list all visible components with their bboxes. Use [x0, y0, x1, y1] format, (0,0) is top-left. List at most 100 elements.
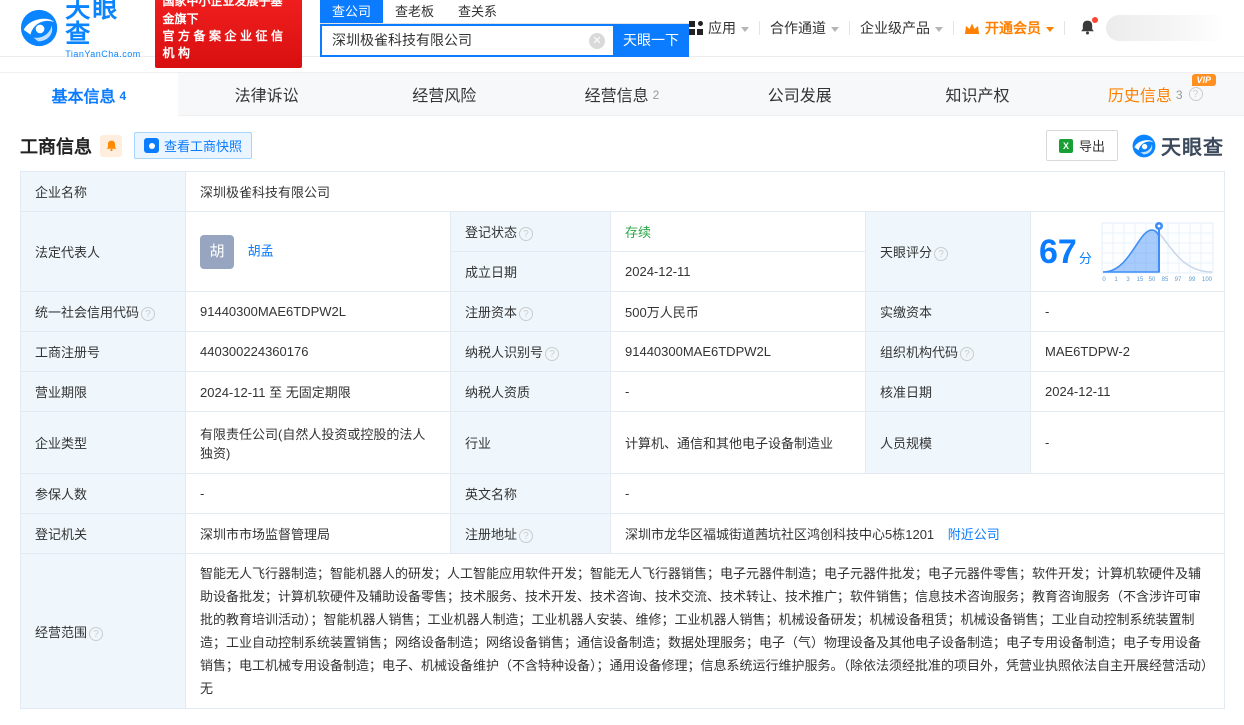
nav-apps-label: 应用: [708, 20, 736, 36]
tab-intellectual-property[interactable]: 知识产权: [888, 73, 1067, 116]
help-icon[interactable]: ?: [89, 626, 104, 641]
field-label-legal-rep: 法定代表人: [20, 211, 186, 292]
chart-x-axis-labels: 0 1 3 15 50 85 97 99 100: [1102, 277, 1212, 283]
clear-search-icon[interactable]: ✕: [589, 32, 605, 49]
svg-text:50: 50: [1149, 277, 1156, 283]
field-label-reg-status: 登记状态?: [450, 211, 611, 252]
field-label-company-name: 企业名称: [20, 171, 186, 212]
tab-basic-info[interactable]: 基本信息 4: [0, 73, 178, 116]
field-value-establish-date: 2024-12-11: [610, 251, 866, 292]
field-label-establish-date: 成立日期: [450, 251, 611, 292]
top-navigation: 应用 合作通道 企业级产品 开通会员: [689, 15, 1226, 41]
tab-business-info[interactable]: 经营信息 2: [533, 73, 711, 116]
tab-operation-risk[interactable]: 经营风险: [355, 73, 534, 116]
table-row: 统一社会信用代码? 91440300MAE6TDPW2L 注册资本? 500万人…: [20, 291, 1226, 332]
table-row: 法定代表人 胡 胡孟 登记状态? 存续 天眼评分? 67 分 0 1 3 15 …: [20, 211, 1226, 292]
help-icon[interactable]: ?: [545, 347, 560, 361]
score-distribution-chart: 0 1 3 15 50 85 97 99 100: [1101, 221, 1214, 283]
help-icon[interactable]: ?: [141, 307, 156, 321]
tab-legal-litigation[interactable]: 法律诉讼: [177, 73, 356, 116]
help-icon[interactable]: ?: [960, 347, 975, 361]
field-label-english-name: 英文名称: [450, 473, 611, 514]
apps-grid-icon: [689, 21, 703, 35]
nearby-companies-link[interactable]: 附近公司: [948, 527, 1000, 542]
nav-apps[interactable]: 应用: [689, 18, 749, 38]
tab-label: 知识产权: [945, 88, 1010, 105]
tab-count: 4: [119, 88, 127, 103]
field-value-org-code: MAE6TDPW-2: [1029, 331, 1226, 372]
field-value-taxpayer-quality: -: [610, 371, 866, 412]
search-tab-relation[interactable]: 查关系: [446, 0, 509, 23]
field-label-score: 天眼评分?: [865, 211, 1031, 292]
field-value-score: 67 分 0 1 3 15 50 85 97 99 100: [1029, 211, 1226, 292]
business-info-table-wrap: 企业名称 深圳极雀科技有限公司 法定代表人 胡 胡孟 登记状态? 存续 天眼评分…: [0, 171, 1244, 725]
section-title: 工商信息: [20, 136, 92, 157]
tab-company-development[interactable]: 公司发展: [710, 73, 889, 116]
help-icon[interactable]: ?: [934, 247, 949, 261]
field-value-business-scope: 智能无人飞行器制造；智能机器人的研发；人工智能应用软件开发；智能无人飞行器销售；…: [184, 553, 1226, 709]
table-row: 登记机关 深圳市市场监督管理局 注册地址? 深圳市龙华区福城街道茜坑社区鸿创科技…: [20, 513, 1226, 554]
tab-label: 公司发展: [767, 88, 832, 105]
svg-text:100: 100: [1202, 277, 1213, 283]
divider: [1064, 21, 1065, 35]
logo-subtext: TianYanCha.com: [65, 49, 141, 59]
notification-dot: [1092, 16, 1098, 23]
field-label-business-scope: 经营范围?: [20, 553, 186, 709]
field-label-taxpayer-quality: 纳税人资质: [450, 371, 611, 412]
status-badge: 存续: [625, 225, 652, 240]
help-icon[interactable]: ?: [1188, 87, 1203, 101]
monitor-bell-icon[interactable]: [100, 134, 122, 157]
business-info-table: 企业名称 深圳极雀科技有限公司 法定代表人 胡 胡孟 登记状态? 存续 天眼评分…: [20, 171, 1226, 709]
view-snapshot-button[interactable]: 查看工商快照: [134, 132, 253, 159]
export-button-label: 导出: [1078, 139, 1105, 154]
crown-icon: [965, 23, 979, 34]
field-value-company-name: 深圳极雀科技有限公司: [184, 171, 1226, 212]
nav-open-vip[interactable]: 开通会员: [964, 18, 1054, 38]
export-button[interactable]: X 导出: [1045, 130, 1118, 161]
field-label-business-term: 营业期限: [20, 371, 186, 412]
tianyancha-logo[interactable]: 天眼查 TianYanCha.com: [20, 0, 143, 59]
nav-cooperation[interactable]: 合作通道: [770, 18, 839, 38]
divider: [953, 21, 954, 35]
legal-rep-avatar[interactable]: 胡: [200, 234, 234, 269]
tab-count: 2: [652, 88, 660, 102]
field-value-reg-address: 深圳市龙华区福城街道茜坑社区鸿创科技中心5栋1201 附近公司: [609, 513, 1226, 554]
watermark-logo: 天眼查: [1132, 131, 1224, 160]
help-icon[interactable]: ?: [519, 227, 534, 241]
user-account-blurred[interactable]: [1106, 15, 1226, 41]
search-tab-company[interactable]: 查公司: [319, 0, 383, 23]
field-value-reg-status: 存续: [610, 211, 866, 252]
nav-cooperation-label: 合作通道: [770, 20, 826, 36]
tab-label: 法律诉讼: [234, 88, 299, 105]
field-value-credit-code: 91440300MAE6TDPW2L: [185, 291, 451, 332]
notification-bell-icon[interactable]: [1079, 16, 1098, 38]
field-label-reg-authority: 登记机关: [20, 513, 186, 554]
help-icon[interactable]: ?: [519, 307, 534, 321]
top-header: 天眼查 TianYanCha.com 国家中小企业发展子基金旗下 官方备案企业征…: [0, 0, 1244, 68]
field-label-reg-number: 工商注册号: [20, 331, 186, 372]
search-button[interactable]: 天眼一下: [613, 23, 689, 57]
table-row: 营业期限 2024-12-11 至 无固定期限 纳税人资质 - 核准日期 202…: [20, 371, 1226, 412]
field-label-reg-address: 注册地址?: [450, 513, 611, 554]
field-label-org-code: 组织机构代码?: [865, 331, 1031, 372]
field-value-legal-rep: 胡 胡孟: [185, 211, 451, 292]
svg-text:97: 97: [1175, 277, 1182, 283]
nav-enterprise-products[interactable]: 企业级产品: [860, 18, 943, 38]
search-tab-boss[interactable]: 查老板: [383, 0, 446, 23]
chevron-down-icon: [831, 26, 839, 32]
score-unit: 分: [1078, 250, 1092, 266]
field-value-reg-capital: 500万人民币: [610, 291, 866, 332]
table-row: 参保人数 - 英文名称 -: [20, 473, 1226, 514]
field-label-company-type: 企业类型: [20, 411, 186, 474]
search-input[interactable]: [319, 23, 613, 57]
svg-text:0: 0: [1102, 277, 1106, 283]
tab-history-info[interactable]: VIP 历史信息 3 ?: [1066, 73, 1244, 116]
legal-rep-link[interactable]: 胡孟: [248, 243, 274, 258]
svg-text:99: 99: [1189, 277, 1196, 283]
tianyancha-watermark-icon: [1132, 134, 1156, 157]
help-icon[interactable]: ?: [519, 529, 534, 543]
field-value-taxpayer-id: 91440300MAE6TDPW2L: [610, 331, 866, 372]
table-row: 工商注册号 440300224360176 纳税人识别号? 91440300MA…: [20, 331, 1226, 372]
chevron-down-icon: [935, 26, 943, 32]
tianyancha-logo-icon: [20, 9, 58, 47]
